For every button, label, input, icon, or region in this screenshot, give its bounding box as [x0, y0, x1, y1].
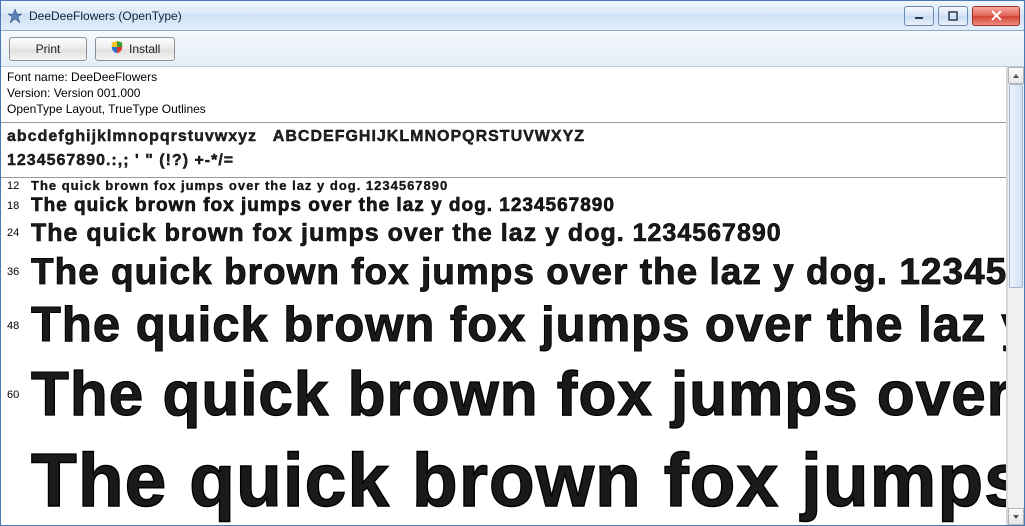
size-label: 12 — [7, 180, 31, 192]
titlebar: DeeDeeFlowers (OpenType) — [1, 1, 1024, 31]
size-label: 24 — [7, 227, 31, 239]
install-button[interactable]: Install — [95, 37, 175, 61]
scroll-track[interactable] — [1008, 84, 1024, 508]
install-button-label: Install — [129, 42, 160, 56]
sample-text: The quick brown fox jumps over the laz y… — [31, 194, 615, 218]
scroll-down-button[interactable] — [1008, 508, 1024, 525]
shield-icon — [110, 40, 124, 57]
glyph-line-alpha: abcdefghijklmnopqrstuvwxyz ABCDEFGHIJKLM… — [7, 125, 1000, 149]
maximize-button[interactable] — [938, 6, 968, 26]
window-title: DeeDeeFlowers (OpenType) — [29, 9, 904, 23]
font-version-line: Version: Version 001.000 — [7, 85, 1000, 101]
sample-text: The quick brown fox jumps over the laz y… — [31, 249, 1007, 295]
size-label: 48 — [7, 320, 31, 332]
size-label: 60 — [7, 389, 31, 401]
sample-text: The quick brown fox jumps over the laz y… — [31, 434, 1007, 525]
sample-text: The quick brown fox jumps over the laz y… — [31, 295, 1007, 356]
toolbar: Print Install — [1, 31, 1024, 67]
sample-row-24: 24 The quick brown fox jumps over the la… — [1, 218, 1006, 249]
sample-text: The quick brown fox jumps over the laz y… — [31, 178, 448, 194]
sample-row-12: 12 The quick brown fox jumps over the la… — [1, 178, 1006, 194]
sample-row-18: 18 The quick brown fox jumps over the la… — [1, 194, 1006, 218]
scroll-thumb[interactable] — [1009, 84, 1023, 288]
content-area: Font name: DeeDeeFlowers Version: Versio… — [1, 67, 1007, 525]
sample-row-36: 36 The quick brown fox jumps over the la… — [1, 249, 1006, 295]
font-tech-line: OpenType Layout, TrueType Outlines — [7, 101, 1000, 117]
glyph-lower: abcdefghijklmnopqrstuvwxyz — [7, 128, 257, 145]
glyph-upper: ABCDEFGHIJKLMNOPQRSTUVWXYZ — [273, 128, 585, 145]
print-button-label: Print — [36, 42, 61, 56]
size-label: 36 — [7, 266, 31, 278]
glyph-line-numsym: 1234567890.:,; ' " (!?) +-*/= — [7, 149, 1000, 173]
app-icon — [7, 8, 23, 24]
sample-text: The quick brown fox jumps over the laz y… — [31, 218, 782, 249]
sample-row-48: 48 The quick brown fox jumps over the la… — [1, 295, 1006, 356]
glyph-preview: abcdefghijklmnopqrstuvwxyz ABCDEFGHIJKLM… — [1, 123, 1006, 178]
content-wrap: Font name: DeeDeeFlowers Version: Versio… — [1, 67, 1024, 525]
sample-text: The quick brown fox jumps over the laz y… — [31, 356, 1007, 434]
size-label: 18 — [7, 200, 31, 212]
minimize-button[interactable] — [904, 6, 934, 26]
window-controls — [904, 6, 1022, 26]
font-meta: Font name: DeeDeeFlowers Version: Versio… — [1, 67, 1006, 123]
close-button[interactable] — [972, 6, 1020, 26]
scroll-up-button[interactable] — [1008, 67, 1024, 84]
vertical-scrollbar[interactable] — [1007, 67, 1024, 525]
font-name-line: Font name: DeeDeeFlowers — [7, 69, 1000, 85]
sample-row-60: 60 The quick brown fox jumps over the la… — [1, 356, 1006, 434]
print-button[interactable]: Print — [9, 37, 87, 61]
sample-row-72: The quick brown fox jumps over the laz y… — [1, 434, 1006, 525]
